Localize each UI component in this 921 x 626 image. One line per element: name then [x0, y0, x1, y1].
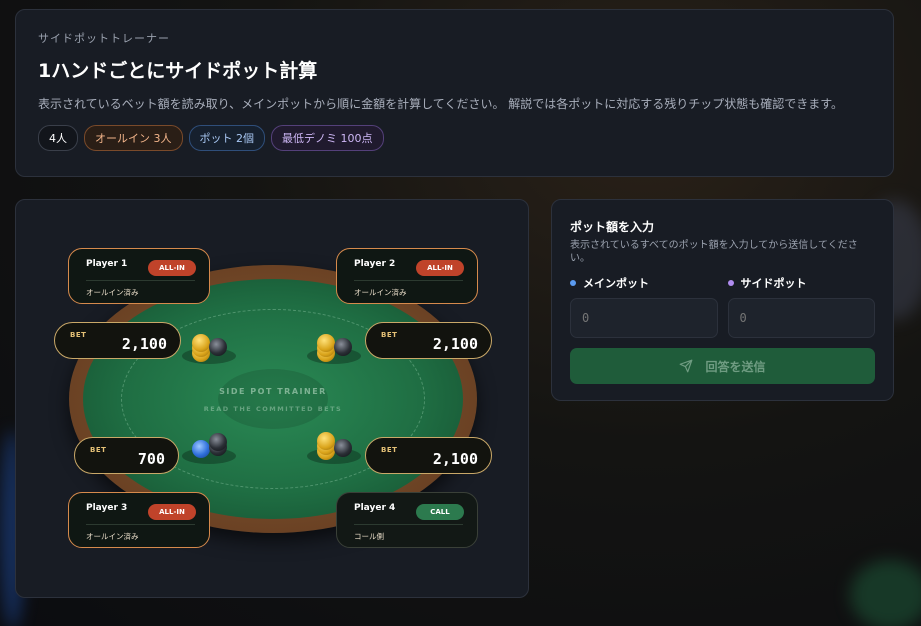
chip-denomination: 最低デノミ 100点 — [271, 125, 384, 151]
bet-amount: 2,100 — [121, 335, 167, 353]
submit-label: 回答を送信 — [705, 359, 766, 374]
bet-box-player1: BET 2,100 — [54, 322, 181, 359]
chip-players: 4人 — [38, 125, 78, 151]
table-brand-title: SIDE POT TRAINER — [219, 387, 327, 396]
side-pot-label: サイドポット — [740, 277, 807, 290]
send-icon — [680, 359, 693, 373]
main-pot-label: メインポット — [583, 277, 649, 290]
bet-label: BET — [70, 331, 87, 339]
bet-box-player4: BET 2,100 — [365, 437, 492, 474]
chip-allin: オールイン 3人 — [84, 125, 183, 151]
status-badge: ALL-IN — [148, 260, 196, 276]
bet-amount: 700 — [137, 450, 165, 468]
player-status: オールイン済み — [86, 532, 139, 541]
status-badge: CALL — [416, 504, 464, 520]
chip-pots: ポット 2個 — [188, 125, 265, 151]
bet-label: BET — [90, 446, 107, 454]
submit-button[interactable]: 回答を送信 — [570, 348, 875, 384]
player-card-2: Player 2 ALL-IN オールイン済み — [336, 248, 478, 304]
main-pot-field: メインポット — [570, 275, 718, 338]
table-felt — [83, 279, 463, 519]
player-status: オールイン済み — [86, 288, 139, 297]
status-badge: ALL-IN — [148, 504, 196, 520]
bet-amount: 2,100 — [432, 335, 478, 353]
bet-box-player3: BET 700 — [74, 437, 179, 474]
bet-label: BET — [381, 446, 398, 454]
main-pot-input[interactable] — [570, 298, 718, 338]
player-card-1: Player 1 ALL-IN オールイン済み — [68, 248, 210, 304]
player-card-4: Player 4 CALL コール側 — [336, 492, 478, 548]
player-card-3: Player 3 ALL-IN オールイン済み — [68, 492, 210, 548]
side-pot-input[interactable] — [727, 298, 875, 338]
status-badge: ALL-IN — [416, 260, 464, 276]
poker-table-panel: SIDE POT TRAINER READ THE COMMITTED BETS… — [15, 199, 529, 598]
bet-box-player2: BET 2,100 — [365, 322, 492, 359]
eyebrow-label: サイドポットトレーナー — [38, 32, 170, 45]
bet-amount: 2,100 — [432, 450, 478, 468]
info-chips: 4人 オールイン 3人 ポット 2個 最低デノミ 100点 — [38, 125, 871, 151]
player-status: コール側 — [354, 532, 384, 541]
input-title: ポット額を入力 — [570, 220, 655, 234]
side-pot-dot-icon — [727, 280, 734, 286]
table-center-logo — [218, 369, 328, 429]
bet-label: BET — [381, 331, 398, 339]
pot-input-panel: ポット額を入力 表示されているすべてのポット額を入力してから送信してください。 … — [551, 199, 894, 401]
header-card: サイドポットトレーナー 1ハンドごとにサイドポット計算 表示されているベット額を… — [15, 9, 894, 177]
page-description: 表示されているベット額を読み取り、メインポットから順に金額を計算してください。 … — [38, 97, 844, 111]
input-description: 表示されているすべてのポット額を入力してから送信してください。 — [570, 240, 858, 264]
side-pot-field: サイドポット — [727, 275, 875, 338]
page-title: 1ハンドごとにサイドポット計算 — [38, 60, 318, 82]
main-pot-dot-icon — [570, 280, 576, 286]
player-status: オールイン済み — [354, 288, 407, 297]
table-brand-subtitle: READ THE COMMITTED BETS — [203, 405, 343, 413]
